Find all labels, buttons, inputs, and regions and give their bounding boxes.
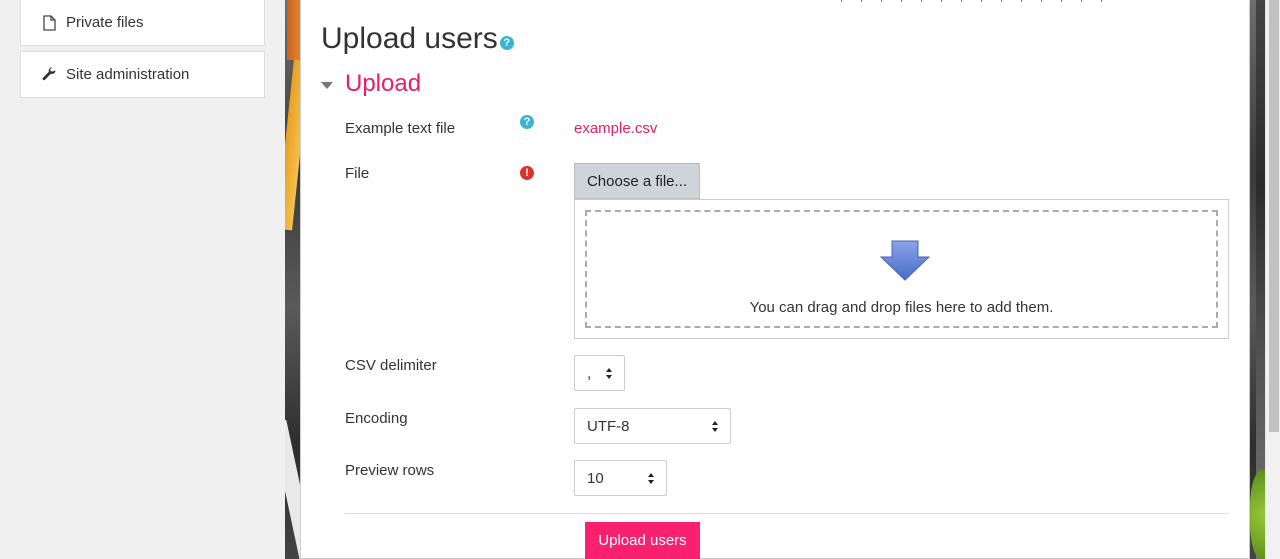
select-value: UTF-8 <box>587 417 630 435</box>
help-icon[interactable]: ? <box>520 115 534 129</box>
csv-delimiter-label: CSV delimiter <box>345 357 437 374</box>
required-icon: ! <box>520 166 534 180</box>
page-scrollbar[interactable] <box>1265 0 1280 559</box>
wrench-icon <box>41 67 57 83</box>
upload-users-button[interactable]: Upload users <box>585 522 700 559</box>
nav-item-site-administration[interactable]: Site administration <box>20 51 265 98</box>
help-icon[interactable]: ? <box>499 36 514 50</box>
form-divider <box>345 513 1229 514</box>
select-arrows-icon <box>648 473 655 484</box>
left-navigation: Private files Site administration <box>0 0 285 559</box>
nav-item-label: Private files <box>66 14 144 31</box>
nav-item-private-files[interactable]: Private files <box>20 0 265 46</box>
ruler-decoration <box>841 0 1121 2</box>
encoding-select[interactable]: UTF-8 <box>574 408 731 444</box>
nav-item-label: Site administration <box>66 66 190 83</box>
select-arrows-icon <box>712 421 719 432</box>
collapse-caret-icon[interactable] <box>321 81 333 89</box>
section-header-upload[interactable]: Upload <box>321 70 421 98</box>
preview-rows-select[interactable]: 10 <box>574 460 667 496</box>
preview-rows-label: Preview rows <box>345 462 435 479</box>
encoding-label: Encoding <box>345 410 408 427</box>
main-content-card: Upload users ? Upload Example text file … <box>300 0 1250 559</box>
page-title-text: Upload users <box>321 22 498 55</box>
select-value: , <box>587 364 592 382</box>
drop-instructions: You can drag and drop files here to add … <box>749 299 1054 316</box>
download-arrow-icon <box>879 240 931 281</box>
file-icon <box>41 14 57 31</box>
select-arrows-icon <box>606 368 613 379</box>
select-value: 10 <box>587 469 604 487</box>
page-title: Upload users ? <box>321 22 514 56</box>
scrollbar-thumb[interactable] <box>1269 0 1279 432</box>
section-title[interactable]: Upload <box>345 70 421 98</box>
drop-area[interactable]: You can drag and drop files here to add … <box>585 210 1218 328</box>
csv-delimiter-select[interactable]: , <box>574 355 625 391</box>
example-text-file-label: Example text file <box>345 120 456 137</box>
choose-file-button[interactable]: Choose a file... <box>574 163 700 199</box>
file-label: File <box>345 165 370 182</box>
file-drop-zone[interactable]: You can drag and drop files here to add … <box>574 199 1229 339</box>
example-csv-link[interactable]: example.csv <box>574 120 657 137</box>
